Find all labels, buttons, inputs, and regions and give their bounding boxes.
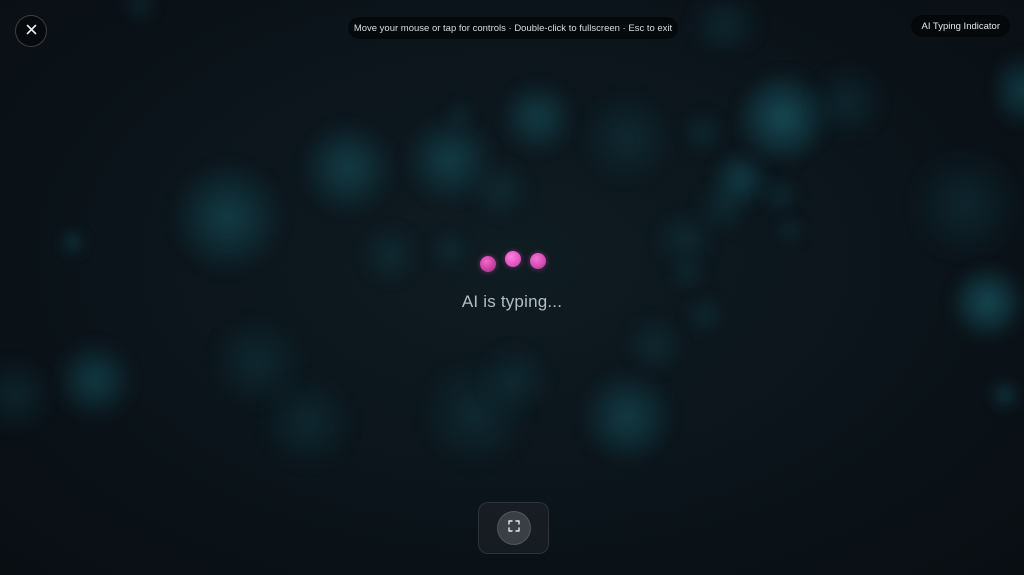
typing-indicator [0,0,1024,575]
typing-dot [530,253,546,269]
control-bar [478,502,549,554]
close-icon [26,22,37,40]
bokeh-background [0,0,1024,575]
typing-status: AI is typing... [461,292,563,311]
fullscreen-icon [507,519,520,537]
typing-dot [480,256,496,272]
typing-dot [505,251,521,267]
controls-hint: Move your mouse or tap for controls · Do… [348,17,678,39]
fullscreen-button[interactable] [496,511,531,545]
close-button[interactable] [15,15,47,47]
stage: Move your mouse or tap for controls · Do… [0,0,1024,575]
app-title: AI Typing Indicator [911,15,1010,37]
